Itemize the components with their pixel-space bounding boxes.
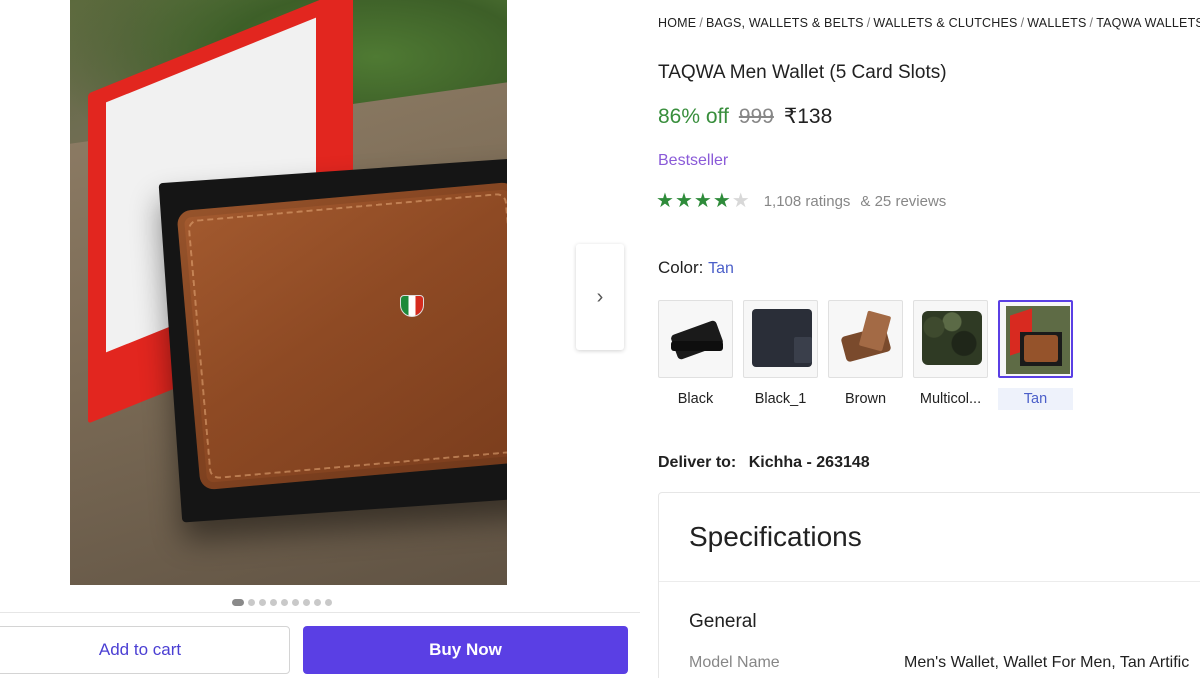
carousel-next-button[interactable]: › [576, 244, 624, 350]
discount-percent: 86% off [658, 105, 729, 128]
carousel-dot[interactable] [248, 599, 255, 606]
reviews-count: & 25 reviews [860, 192, 947, 210]
carousel-dot[interactable] [281, 599, 288, 606]
delivery-location[interactable]: Deliver to: Kichha - 263148 [658, 454, 870, 472]
spec-group-title: General [689, 611, 757, 632]
color-option-brown[interactable]: Brown [828, 300, 903, 410]
carousel-dot[interactable] [232, 599, 244, 606]
breadcrumb-item[interactable]: WALLETS & CLUTCHES [873, 16, 1017, 30]
breadcrumb-item[interactable]: TAQWA WALLETS [1096, 16, 1200, 30]
star-icon: ★ [674, 190, 693, 212]
product-image[interactable] [70, 0, 507, 585]
breadcrumb-separator: / [1020, 16, 1025, 30]
swatch-thumbnail [913, 300, 988, 378]
star-icon: ★ [712, 190, 731, 212]
swatch-label: Black [677, 391, 714, 407]
action-bar: Add to cart Buy Now [0, 612, 640, 678]
breadcrumb-item[interactable]: HOME [658, 16, 696, 30]
swatch-label: Tan [998, 388, 1073, 410]
specifications-title: Specifications [689, 521, 862, 552]
spec-key: Model Name [689, 654, 780, 671]
rating-stars: ★ ★ ★ ★ ★ [656, 191, 750, 211]
swatch-label: Black_1 [754, 391, 807, 407]
breadcrumb: HOME / BAGS, WALLETS & BELTS / WALLETS & CLU… [658, 16, 1200, 30]
selected-color: Tan [708, 260, 734, 277]
spec-value: Men's Wallet, Wallet For Men, Tan Artifi… [904, 654, 1190, 671]
bestseller-badge: Bestseller [658, 152, 729, 169]
carousel-dot[interactable] [292, 599, 299, 606]
color-option-tan[interactable]: Tan [998, 300, 1073, 410]
swatch-thumbnail [998, 300, 1073, 378]
color-option-black-1[interactable]: Black_1 [743, 300, 818, 410]
chevron-right-icon: › [596, 285, 604, 308]
color-swatches: Black Black_1 Brown Multicol... Tan [658, 300, 1073, 410]
color-option-black[interactable]: Black [658, 300, 733, 410]
buy-now-button[interactable]: Buy Now [303, 626, 628, 674]
breadcrumb-separator: / [1089, 16, 1094, 30]
delivery-pincode: Kichha - 263148 [748, 454, 870, 471]
swatch-thumbnail [658, 300, 733, 378]
breadcrumb-item[interactable]: BAGS, WALLETS & BELTS [706, 16, 864, 30]
color-option-multicolor[interactable]: Multicol... [913, 300, 988, 410]
carousel-dot[interactable] [314, 599, 321, 606]
color-label: Color: [658, 258, 704, 277]
deliver-to-label: Deliver to: [658, 454, 737, 471]
breadcrumb-separator: / [866, 16, 871, 30]
wallet-photo [176, 181, 507, 491]
swatch-thumbnail [828, 300, 903, 378]
swatch-label: Brown [844, 391, 887, 407]
product-title: TAQWA Men Wallet (5 Card Slots) [658, 62, 947, 83]
original-price: 999 [738, 105, 774, 128]
add-to-cart-button[interactable]: Add to cart [0, 626, 290, 674]
star-icon: ★ [693, 190, 712, 212]
swatch-label: Multicol... [919, 391, 982, 407]
star-icon: ★ [731, 190, 750, 212]
breadcrumb-separator: / [699, 16, 703, 30]
price-row: 86% off 999 ₹138 [658, 104, 832, 129]
carousel-dot[interactable] [270, 599, 277, 606]
ratings-count: 1,108 ratings [763, 192, 851, 210]
carousel-dots [232, 599, 332, 606]
carousel-dot[interactable] [259, 599, 266, 606]
breadcrumb-item[interactable]: WALLETS [1027, 16, 1086, 30]
rating-summary[interactable]: ★ ★ ★ ★ ★ 1,108 ratings & 25 reviews [656, 191, 946, 211]
carousel-dot[interactable] [303, 599, 310, 606]
swatch-thumbnail [743, 300, 818, 378]
star-icon: ★ [656, 190, 674, 212]
color-selector-label: Color: Tan [658, 258, 734, 278]
selling-price: ₹138 [783, 105, 833, 128]
carousel-dot[interactable] [325, 599, 332, 606]
divider [659, 581, 1200, 582]
specifications-card: Specifications General Model Name Men's … [658, 492, 1200, 678]
